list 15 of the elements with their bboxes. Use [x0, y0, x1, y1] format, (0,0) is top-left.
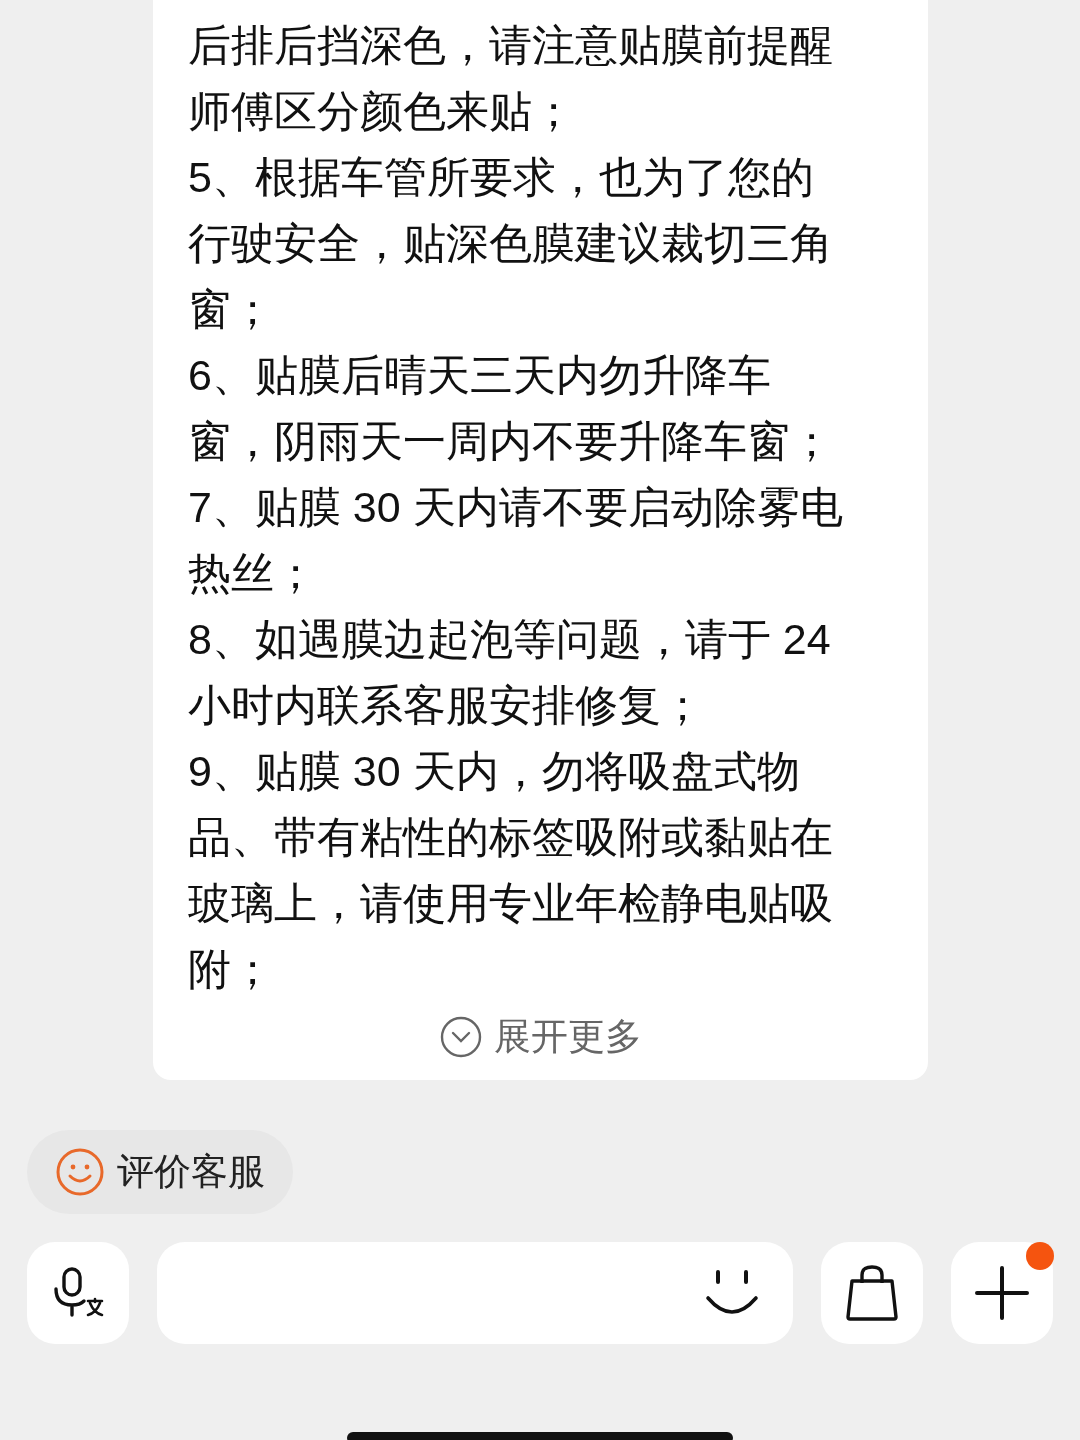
- shop-button[interactable]: [821, 1242, 923, 1344]
- message-input[interactable]: [157, 1242, 793, 1344]
- message-paragraph: 8、如遇膜边起泡等问题，请于 24 小时内联系客服安排修复；: [188, 614, 832, 731]
- smiley-icon: [55, 1147, 105, 1197]
- message-paragraph: 后排后挡深色，请注意贴膜前提醒 师傅区分颜色来贴；: [188, 20, 834, 137]
- chevron-down-icon: [439, 1016, 482, 1058]
- add-button[interactable]: [951, 1242, 1053, 1344]
- message-paragraph: 7、贴膜 30 天内请不要启动除雾电 热丝；: [188, 482, 844, 599]
- plus-icon: [975, 1266, 1029, 1320]
- rate-service-chip[interactable]: 评价客服: [27, 1130, 293, 1214]
- message-paragraph: 5、根据车管所要求，也为了您的 行驶安全，贴深色膜建议裁切三角 窗；: [188, 152, 834, 335]
- message-paragraph: 9、贴膜 30 天内，勿将吸盘式物 品、带有粘性的标签吸附或黏贴在 玻璃上，请使用专业年检静电贴吸 附；: [188, 746, 834, 995]
- voice-button[interactable]: [27, 1242, 129, 1344]
- expand-more-link[interactable]: 展开更多: [493, 1012, 642, 1062]
- message-paragraph: 6、贴膜后晴天三天内勿升降车 窗，阴雨天一周内不要升降车窗；: [188, 350, 834, 467]
